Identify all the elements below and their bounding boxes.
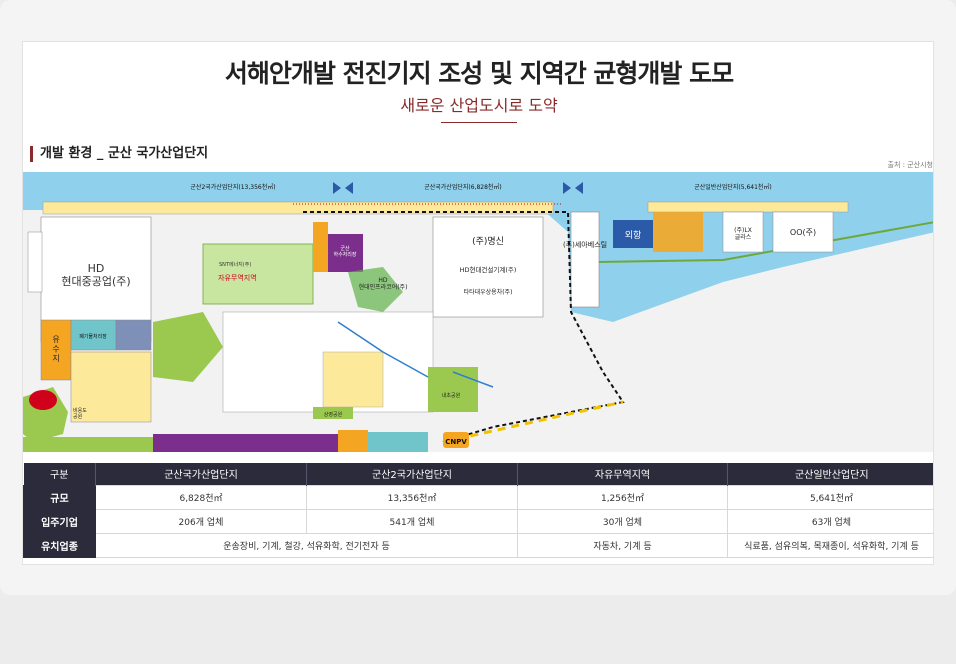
- seah-block: [570, 211, 600, 308]
- table-cell: 30개 업체: [517, 508, 728, 534]
- embankment-strip-east: [647, 201, 849, 213]
- row-label: 유치업종: [23, 532, 96, 558]
- table-cell: 식료품, 섬유의복, 목재종이, 석유화학, 기계 등: [727, 532, 933, 558]
- oo-label: OO(주): [790, 228, 816, 237]
- source-note: 출처 : 군산시청: [887, 161, 933, 169]
- general-complex-label: 군산일반산업단지(5,641천㎡): [694, 183, 772, 191]
- yard-block: [27, 231, 43, 293]
- sntr-label: SNT에너지(주): [219, 261, 251, 268]
- table-cell: 206개 업체: [95, 508, 307, 534]
- table-row: 입주기업 206개 업체 541개 업체 30개 업체 63개 업체: [23, 508, 933, 534]
- myungsin-label: (주)명신: [472, 236, 504, 247]
- sangyeong-label: 상영공원: [324, 411, 343, 418]
- naecho-label: 내초공원: [442, 392, 461, 399]
- table-header-cell: 구분: [23, 463, 96, 485]
- industrial-complex-map: HD 현대중공업(주) 유수지 폐기물처리장 비응도 공원 자유무역지역 SNT에너…: [23, 172, 933, 452]
- table-header-cell: 군산2국가산업단지: [306, 463, 518, 485]
- table-cell: 63개 업체: [727, 508, 933, 534]
- national-complex-label: 군산국가산업단지(6,828천㎡): [424, 183, 502, 191]
- south-teal-block: [368, 432, 428, 452]
- table-cell: 5,641천㎡: [727, 484, 933, 510]
- table-header-row: 구분 군산국가산업단지 군산2국가산업단지 자유무역지역 군산일반산업단지: [23, 463, 933, 485]
- yusuji-label: 유수지: [52, 335, 59, 363]
- table-header-cell: 자유무역지역: [517, 463, 728, 485]
- free-trade-label: 자유무역지역: [218, 273, 257, 282]
- outer-port-label: 외항: [625, 229, 642, 241]
- content-card: 서해안개발 전진기지 조성 및 지역간 균형개발 도모 새로운 산업도시로 도약…: [22, 41, 934, 565]
- table-row: 유치업종 운송장비, 기계, 철강, 석유화학, 전기전자 등 자동차, 기계 …: [23, 532, 933, 558]
- table-header-cell: 군산국가산업단지: [95, 463, 307, 485]
- row-label: 입주기업: [23, 508, 96, 534]
- page-subtitle: 새로운 산업도시로 도약: [400, 96, 558, 115]
- table-cell: 541개 업체: [306, 508, 518, 534]
- row-label: 규모: [23, 484, 96, 510]
- biendo-red-marker: [29, 390, 57, 410]
- hd-construction-label: HD현대건설기계(주): [460, 265, 517, 274]
- port-orange-block: [653, 212, 703, 252]
- naecho-park: [428, 367, 478, 412]
- south-green-strip: [23, 437, 153, 452]
- complex2-label: 군산2국가산업단지(13,356천㎡): [190, 183, 275, 191]
- page: 서해안개발 전진기지 조성 및 지역간 균형개발 도모 새로운 산업도시로 도약…: [0, 0, 956, 664]
- table-cell: 13,356천㎡: [306, 484, 518, 510]
- table-header-cell: 군산일반산업단지: [727, 463, 933, 485]
- table-cell: 6,828천㎡: [95, 484, 307, 510]
- waste-plant-label: 폐기물처리장: [79, 333, 107, 340]
- page-title: 서해안개발 전진기지 조성 및 지역간 균형개발 도모: [224, 59, 734, 88]
- south-orange-block: [338, 430, 368, 452]
- table-row: 규모 6,828천㎡ 13,356천㎡ 1,256천㎡ 5,641천㎡: [23, 484, 933, 510]
- lx-label: (주)LX 글라스: [734, 227, 752, 241]
- left-industrial-block: [115, 319, 152, 351]
- tata-label: 타타대우상용차(주): [464, 288, 513, 296]
- cnpv-label: CNPV: [445, 438, 467, 446]
- table-cell: 자동차, 기계 등: [517, 532, 728, 558]
- section-heading: 개발 환경 _ 군산 국가산업단지: [30, 146, 208, 162]
- table-cell: 1,256천㎡: [517, 484, 728, 510]
- complex-summary-table: 구분 군산국가산업단지 군산2국가산업단지 자유무역지역 군산일반산업단지 규모…: [23, 463, 933, 558]
- table-cell: 운송장비, 기계, 철강, 석유화학, 전기전자 등: [95, 532, 518, 558]
- south-residential: [322, 351, 384, 408]
- title-divider: [441, 122, 517, 123]
- orange-block: [313, 222, 328, 272]
